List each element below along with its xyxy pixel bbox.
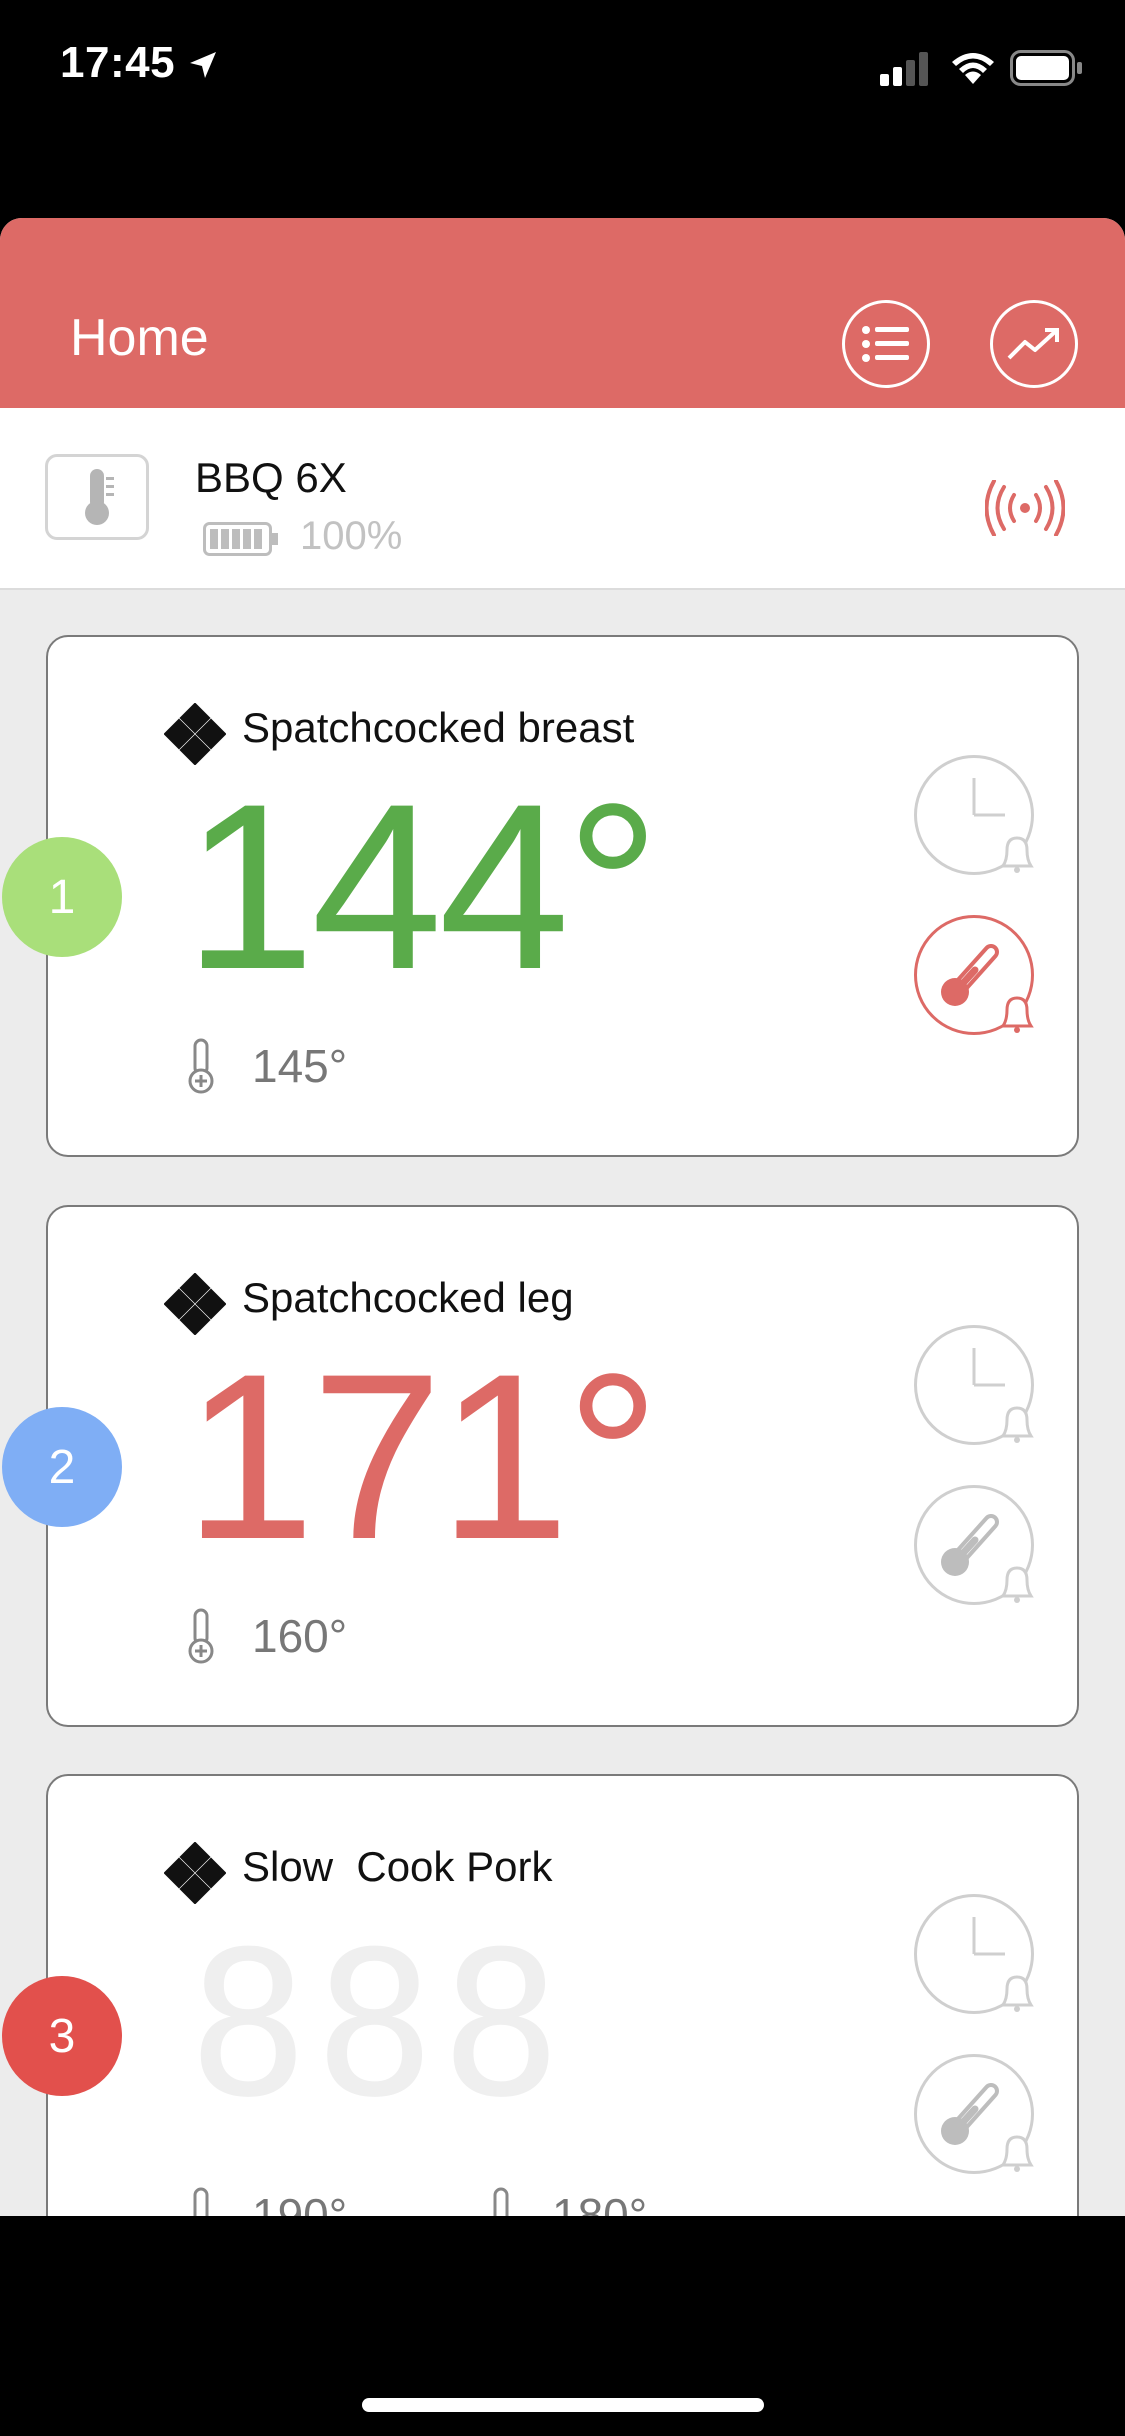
current-temperature: 171° (184, 1325, 660, 1589)
inactive-temperature-display: 888 (188, 1909, 568, 2142)
probe-number-badge: 3 (2, 1976, 122, 2096)
device-thermometer-icon (45, 454, 149, 540)
target-thermometer-icon (188, 1608, 214, 1664)
timer-alarm-button[interactable] (914, 1325, 1034, 1445)
target-low-thermometer-icon (493, 2187, 509, 2216)
probe-card-2[interactable]: 2 Spatchcocked leg 171° 160° (2, 1205, 1079, 1727)
wifi-icon (952, 53, 994, 84)
probe-food-name: Slow Cook Pork (242, 1843, 553, 1890)
bell-icon (1000, 1975, 1034, 2012)
bell-icon (1000, 836, 1034, 873)
probe-number-badge: 2 (2, 1407, 122, 1527)
app-header: Home (0, 218, 1125, 408)
bell-icon (1000, 1566, 1034, 1603)
bell-icon (1000, 1406, 1034, 1443)
probe-number-badge: 1 (2, 837, 122, 957)
target-temperature-high: 190° (252, 2189, 348, 2216)
page-title: Home (70, 309, 209, 367)
target-temperature-low: 180° (552, 2189, 648, 2216)
probe-card-3[interactable]: 3 Slow Cook Pork 888 190° 180° (2, 1774, 1079, 2216)
bell-icon (1000, 996, 1034, 1033)
app-window: Home BBQ 6X 100% 1 Spatchcocked breast 1… (0, 218, 1125, 2216)
target-thermometer-icon (193, 2187, 209, 2216)
list-icon (862, 326, 909, 362)
current-temperature: 144° (184, 755, 660, 1019)
probe-food-name: Spatchcocked leg (242, 1274, 574, 1321)
temperature-alarm-button[interactable] (914, 1485, 1034, 1605)
target-temperature: 145° (252, 1040, 348, 1092)
battery-percentage: 100% (300, 514, 403, 558)
trend-chart-button[interactable] (990, 300, 1078, 388)
trend-line-icon (1007, 328, 1059, 360)
status-time: 17:45 (60, 38, 176, 87)
device-row[interactable]: BBQ 6X 100% (0, 408, 1125, 590)
bell-icon (1000, 2135, 1034, 2172)
temperature-alarm-button[interactable] (914, 2054, 1034, 2174)
battery-status-icon (1010, 50, 1082, 86)
target-temperature: 160° (252, 1610, 348, 1662)
list-button[interactable] (842, 300, 930, 388)
timer-alarm-button[interactable] (914, 755, 1034, 875)
location-arrow-icon (190, 52, 216, 78)
device-name: BBQ 6X (195, 454, 347, 501)
device-battery-icon (203, 522, 278, 556)
broadcast-signal-icon[interactable] (985, 480, 1065, 536)
probe-food-name: Spatchcocked breast (242, 704, 635, 751)
cellular-signal-icon (880, 52, 928, 86)
timer-alarm-button[interactable] (914, 1894, 1034, 2014)
home-indicator[interactable] (362, 2398, 764, 2412)
temperature-alarm-button[interactable] (914, 915, 1034, 1035)
probe-card-1[interactable]: 1 Spatchcocked breast 144° 145° (2, 635, 1079, 1157)
target-thermometer-icon (188, 1038, 214, 1094)
cook-mode-diamond-icon (164, 1842, 226, 1904)
